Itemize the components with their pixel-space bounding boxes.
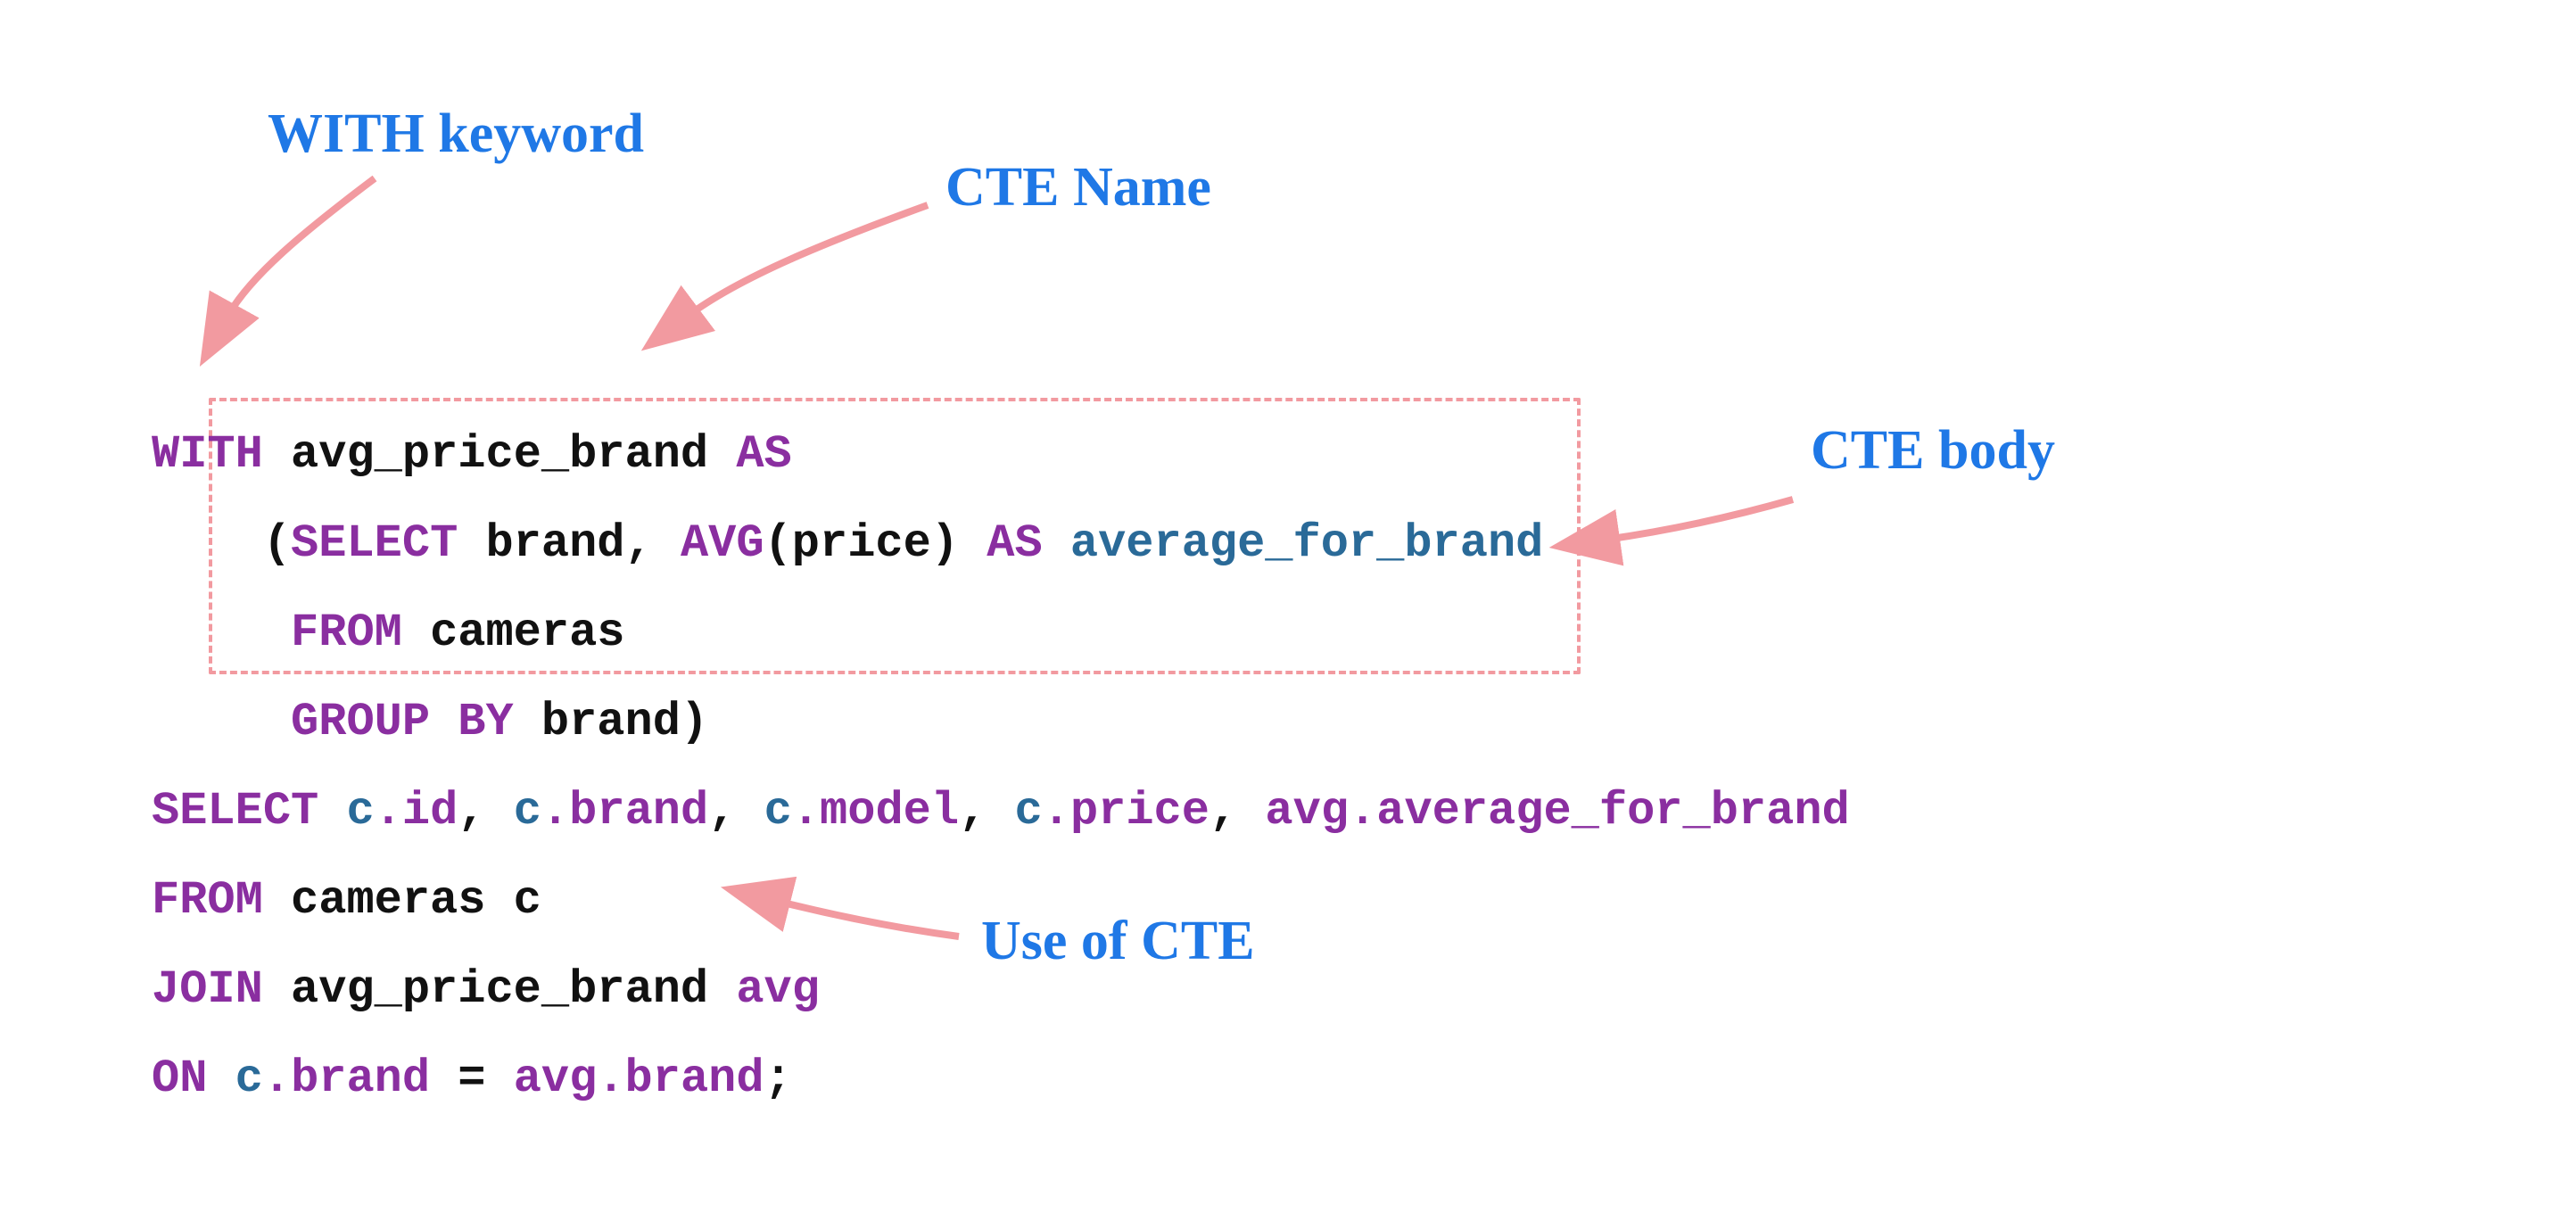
groupby-col: brand [514,696,681,748]
on-rhs-a: avg [514,1052,598,1105]
join-name: avg_price_brand [263,963,737,1016]
on-lhs-b: .brand [263,1052,430,1105]
sel-c4a: c [1015,785,1043,838]
keyword-as-2: AS [987,517,1042,570]
keyword-from: FROM [291,606,402,659]
alias-average: average_for_brand [1070,517,1544,570]
col-brand: brand [458,517,624,570]
sel-c1b: .id [375,785,458,838]
keyword-with: WITH [152,428,263,481]
sel-c3b: .model [792,785,959,838]
join-alias: avg [736,963,820,1016]
keyword-select-main: SELECT [152,785,318,838]
comma2: , [458,785,485,838]
annotation-use-of-cte: Use of CTE [981,910,1255,973]
comma5: , [1210,785,1237,838]
paren-open: ( [263,517,291,570]
on-lhs-a: c [235,1052,263,1105]
sel-c1a: c [346,785,374,838]
annotation-cte-name: CTE Name [945,156,1211,219]
sel-c2a: c [514,785,541,838]
keyword-groupby: GROUP BY [291,696,514,748]
semicolon: ; [764,1052,792,1105]
avg-arg: (price) [764,517,959,570]
sel-c5b: .average_for_brand [1349,785,1850,838]
comma: , [625,517,653,570]
sel-c4b: .price [1043,785,1210,838]
arrow-cte-name [687,205,928,317]
from-cameras-c: cameras c [263,874,541,927]
func-avg: AVG [681,517,764,570]
arrow-with-keyword [227,178,375,317]
cte-name-text: avg_price_brand [291,428,708,481]
sel-c3a: c [764,785,792,838]
comma3: , [708,785,736,838]
diagram-canvas: WITH avg_price_brand AS (SELECT brand, A… [0,0,2576,1105]
sel-c5a: avg [1265,785,1349,838]
keyword-join: JOIN [152,963,263,1016]
on-eq: = [430,1052,514,1105]
annotation-with-keyword: WITH keyword [268,103,644,166]
table-cameras: cameras [402,606,625,659]
sel-c2b: .brand [541,785,708,838]
comma4: , [959,785,987,838]
paren-close: ) [681,696,708,748]
keyword-select: SELECT [291,517,458,570]
keyword-from-main: FROM [152,874,263,927]
on-rhs-b: .brand [597,1052,764,1105]
keyword-on: ON [152,1052,207,1105]
sql-code: WITH avg_price_brand AS (SELECT brand, A… [152,321,1850,1213]
annotation-cte-body: CTE body [1811,419,2055,483]
keyword-as: AS [736,428,791,481]
